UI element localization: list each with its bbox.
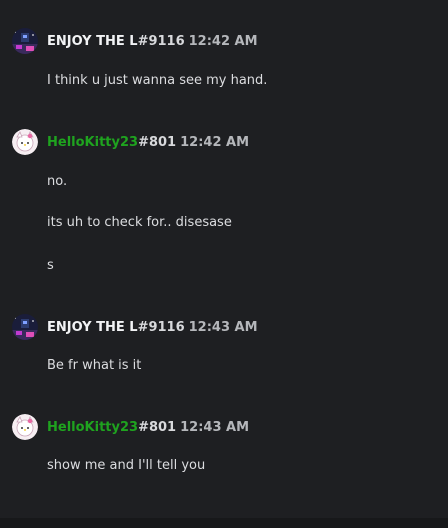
discriminator: #9116 xyxy=(137,320,185,335)
message-header: ENJOY THE L#9116 12:43 AM xyxy=(0,314,448,342)
username[interactable]: ENJOY THE L xyxy=(47,34,138,49)
timestamp: 12:43 AM xyxy=(180,420,250,435)
timestamp: 12:43 AM xyxy=(188,320,258,335)
username[interactable]: HelloKitty23 xyxy=(47,135,138,150)
message-meta: HelloKitty23#801 12:42 AM xyxy=(47,134,249,151)
message-text: show me and I'll tell you xyxy=(47,458,206,473)
message-text: its uh to check for.. disesase xyxy=(47,215,232,230)
pixel-art-avatar-icon[interactable] xyxy=(12,314,38,340)
bottom-divider xyxy=(0,518,448,528)
chat-message-list: ENJOY THE L#9116 12:42 AM I think u just … xyxy=(0,0,448,528)
username[interactable]: ENJOY THE L xyxy=(47,320,138,335)
message-header: ENJOY THE L#9116 12:42 AM xyxy=(0,28,448,56)
message-text: Be fr what is it xyxy=(47,358,142,373)
pixel-art-avatar-icon[interactable] xyxy=(12,28,38,54)
hello-kitty-avatar-icon[interactable] xyxy=(12,414,38,440)
message-meta: HelloKitty23#801 12:43 AM xyxy=(47,419,249,436)
message-text: s xyxy=(47,258,54,273)
message-text: no. xyxy=(47,174,68,189)
hello-kitty-avatar-icon[interactable] xyxy=(12,129,38,155)
message-meta: ENJOY THE L#9116 12:43 AM xyxy=(47,319,258,336)
username[interactable]: HelloKitty23 xyxy=(47,420,138,435)
message-header: HelloKitty23#801 12:43 AM xyxy=(0,414,448,442)
message-meta: ENJOY THE L#9116 12:42 AM xyxy=(47,33,258,50)
timestamp: 12:42 AM xyxy=(180,135,250,150)
discriminator: #9116 xyxy=(137,34,185,49)
message-header: HelloKitty23#801 12:42 AM xyxy=(0,129,448,157)
discriminator: #801 xyxy=(138,135,177,150)
discriminator: #801 xyxy=(138,420,177,435)
message-text: I think u just wanna see my hand. xyxy=(47,73,268,88)
timestamp: 12:42 AM xyxy=(188,34,258,49)
